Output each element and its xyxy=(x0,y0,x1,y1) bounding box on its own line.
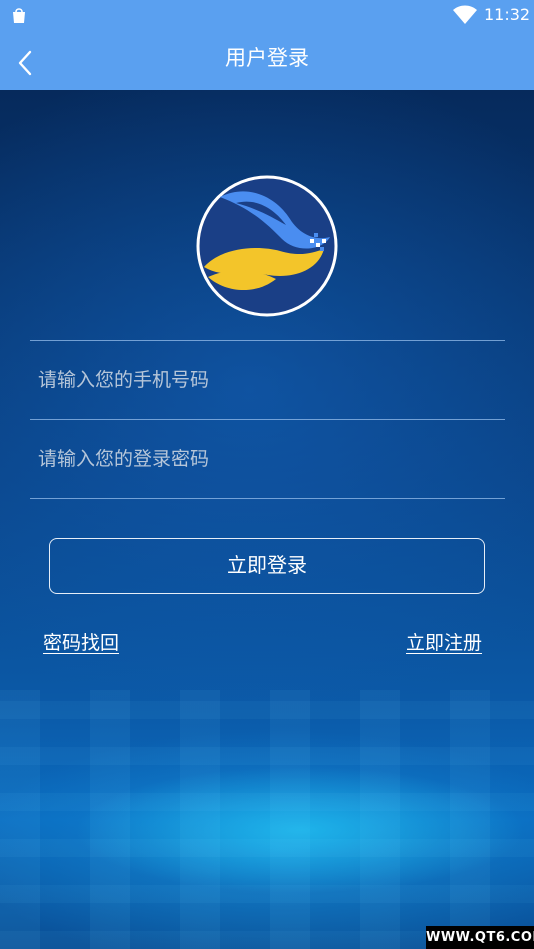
phone-input[interactable] xyxy=(30,341,505,419)
status-time: 11:32 xyxy=(484,5,531,24)
password-input[interactable] xyxy=(30,420,505,498)
page-title: 用户登录 xyxy=(225,46,309,70)
app-logo xyxy=(196,175,338,317)
register-link[interactable]: 立即注册 xyxy=(406,630,482,656)
watermark: WWW.QT6.COM xyxy=(426,926,534,949)
wifi-icon xyxy=(452,5,478,25)
login-button[interactable]: 立即登录 xyxy=(49,538,485,594)
login-screen: 立即登录 密码找回 立即注册 xyxy=(0,90,534,949)
forgot-password-link[interactable]: 密码找回 xyxy=(43,630,119,656)
bag-icon xyxy=(10,6,28,24)
app-bar: 用户登录 xyxy=(0,30,534,90)
status-bar: 11:32 xyxy=(0,0,534,30)
background-glow xyxy=(0,690,534,949)
divider-bottom xyxy=(30,498,505,499)
